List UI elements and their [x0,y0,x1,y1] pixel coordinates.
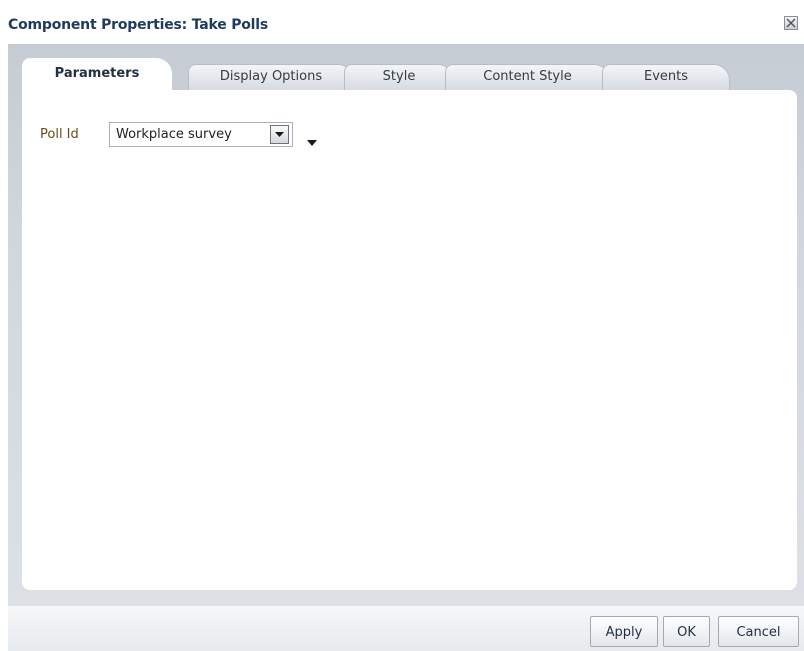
close-x-icon [786,18,796,28]
dialog-title-bar: Component Properties: Take Polls [0,0,804,44]
close-button[interactable] [784,16,798,30]
tab-parameters[interactable]: Parameters [22,58,172,92]
component-properties-dialog: Component Properties: Take Polls Paramet… [0,0,804,651]
dialog-footer: Apply OK Cancel [8,606,804,651]
tab-content-style[interactable]: Content Style [445,64,610,90]
poll-id-select[interactable]: Workplace survey [109,122,293,147]
dialog-title: Component Properties: Take Polls [8,17,269,33]
tab-label: Content Style [483,69,572,84]
poll-id-dropdown-button[interactable] [270,125,289,144]
tab-label: Display Options [219,69,323,84]
chevron-down-icon [275,132,284,137]
apply-button[interactable]: Apply [590,616,658,647]
tab-display-options[interactable]: Display Options [188,64,354,90]
tab-style[interactable]: Style [344,64,454,90]
poll-id-menu-button[interactable] [306,132,318,151]
poll-id-value: Workplace survey [116,127,232,142]
caret-down-icon [307,140,317,146]
ok-button[interactable]: OK [663,616,710,647]
tab-label: Events [643,69,688,84]
tab-label: Parameters [54,66,140,81]
tab-label: Style [382,69,416,84]
content-area: Parameters Display Options Style Content… [8,44,804,606]
poll-id-label: Poll Id [40,127,79,142]
cancel-button[interactable]: Cancel [718,616,799,647]
tab-events[interactable]: Events [602,64,730,90]
parameters-panel: Poll Id Workplace survey [22,90,797,590]
